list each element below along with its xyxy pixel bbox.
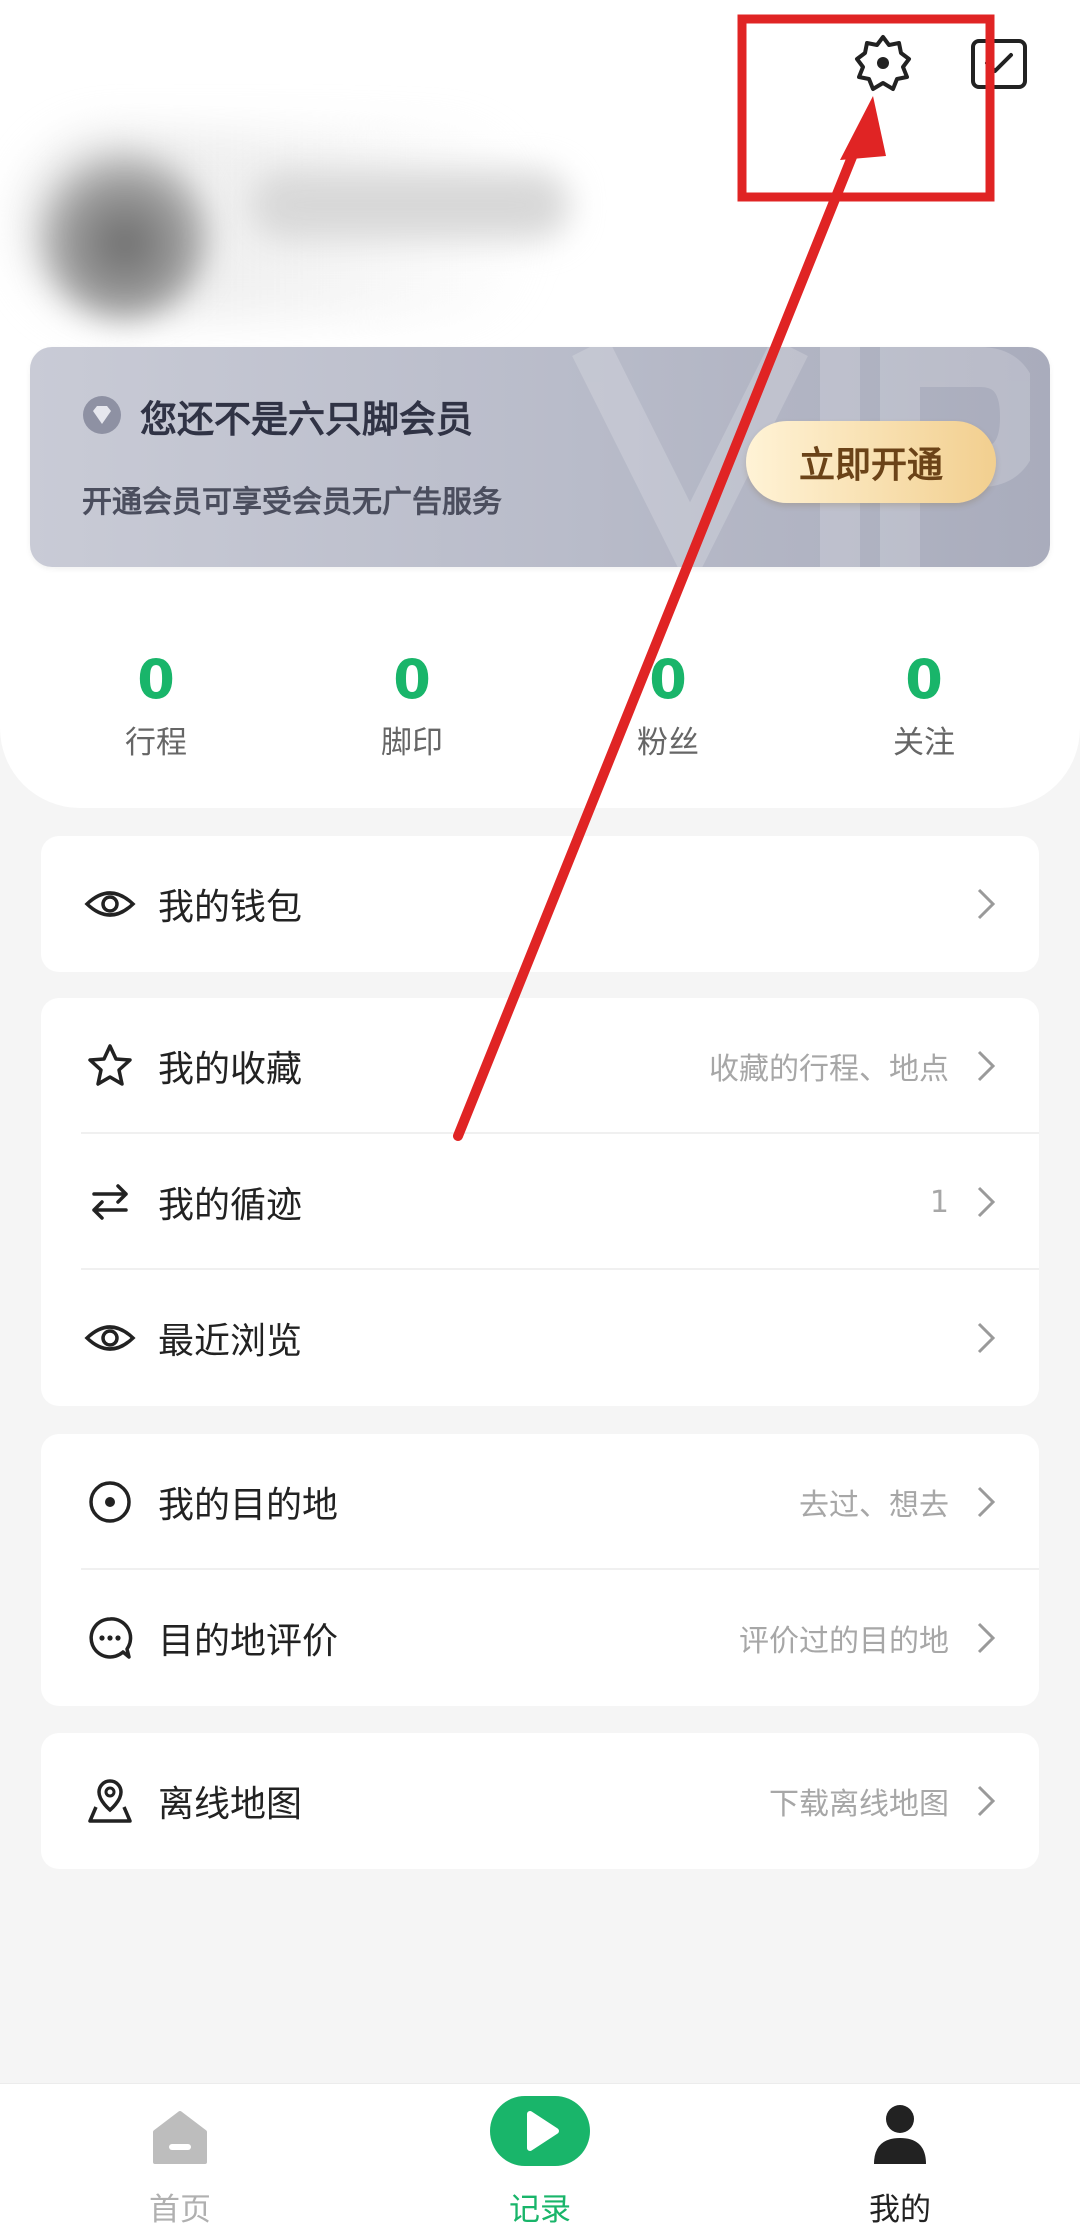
menu-hint: 去过、想去 (799, 1488, 949, 1523)
stat-trips-label: 行程 (125, 725, 187, 761)
profile-header: 您还不是六只脚会员 开通会员可享受会员无广告服务 立即开通 0 行程 0 脚印 … (0, 0, 1080, 808)
tab-label: 首页 (149, 2192, 211, 2228)
menu-label: 离线地图 (158, 1784, 303, 1825)
tab-label: 记录 (509, 2192, 571, 2228)
chevron-right-icon (977, 1050, 996, 1082)
chevron-right-icon (977, 888, 996, 920)
menu-item-recent[interactable]: 最近浏览 (41, 1270, 1039, 1406)
tab-home[interactable]: 首页 (80, 2084, 280, 2239)
chevron-right-icon (977, 1785, 996, 1817)
stat-footprints-value: 0 (393, 648, 431, 711)
menu-label: 目的地评价 (158, 1621, 339, 1662)
menu-item-favorites[interactable]: 我的收藏 收藏的行程、地点 (41, 998, 1039, 1134)
check-in-icon[interactable] (964, 28, 1034, 98)
collection-card: 我的收藏 收藏的行程、地点 我的循迹 1 最近浏览 (41, 998, 1039, 1406)
stats-row: 0 行程 0 脚印 0 粉丝 0 关注 (0, 645, 1080, 765)
tab-mine[interactable]: 我的 (800, 2084, 1000, 2239)
stat-followers[interactable]: 0 粉丝 (568, 645, 768, 762)
menu-item-offline-map[interactable]: 离线地图 下载离线地图 (41, 1733, 1039, 1869)
settings-gear-icon[interactable] (848, 28, 918, 98)
tab-label: 我的 (869, 2192, 931, 2228)
menu-hint: 收藏的行程、地点 (709, 1052, 949, 1087)
target-icon (83, 1475, 137, 1529)
vip-diamond-icon (83, 396, 121, 434)
home-icon (153, 2111, 207, 2164)
play-record-icon (490, 2096, 590, 2166)
menu-hint: 下载离线地图 (769, 1787, 949, 1822)
chevron-right-icon (977, 1186, 996, 1218)
menu-hint: 1 (929, 1184, 949, 1220)
map-pin-icon (83, 1774, 137, 1828)
menu-item-wallet[interactable]: 我的钱包 (41, 836, 1039, 972)
stat-followers-value: 0 (649, 648, 687, 711)
vip-banner[interactable]: 您还不是六只脚会员 开通会员可享受会员无广告服务 立即开通 (30, 347, 1050, 567)
bottom-tab-bar: 首页 记录 我的 (0, 2083, 1080, 2239)
chevron-right-icon (977, 1322, 996, 1354)
menu-label: 我的目的地 (158, 1485, 339, 1526)
stat-trips[interactable]: 0 行程 (56, 645, 256, 762)
menu-item-destinations[interactable]: 我的目的地 去过、想去 (41, 1434, 1039, 1570)
eye-icon (83, 877, 137, 931)
vip-subtitle: 开通会员可享受会员无广告服务 (82, 485, 502, 520)
menu-label: 我的钱包 (158, 887, 303, 928)
stat-following-value: 0 (905, 648, 943, 711)
tab-record[interactable]: 记录 (440, 2084, 640, 2239)
menu-label: 我的循迹 (158, 1185, 303, 1226)
stat-footprints-label: 脚印 (381, 725, 443, 761)
top-icons (848, 28, 1034, 98)
offline-map-card: 离线地图 下载离线地图 (41, 1733, 1039, 1869)
comment-bubble-icon (83, 1611, 137, 1665)
stat-followers-label: 粉丝 (637, 725, 699, 761)
eye-icon (83, 1311, 137, 1365)
avatar[interactable] (40, 150, 210, 320)
stat-trips-value: 0 (137, 648, 175, 711)
chevron-right-icon (977, 1486, 996, 1518)
menu-hint: 评价过的目的地 (739, 1624, 949, 1659)
route-arrows-icon (83, 1175, 137, 1229)
destination-card: 我的目的地 去过、想去 目的地评价 评价过的目的地 (41, 1434, 1039, 1706)
stat-following-label: 关注 (893, 725, 955, 761)
star-icon (83, 1039, 137, 1093)
menu-item-reviews[interactable]: 目的地评价 评价过的目的地 (41, 1570, 1039, 1706)
menu-label: 最近浏览 (158, 1321, 303, 1362)
vip-title: 您还不是六只脚会员 (140, 398, 473, 441)
menu-item-tracks[interactable]: 我的循迹 1 (41, 1134, 1039, 1270)
user-icon (874, 2105, 926, 2164)
menu-label: 我的收藏 (158, 1049, 303, 1090)
chevron-right-icon (977, 1622, 996, 1654)
activate-vip-button[interactable]: 立即开通 (746, 421, 996, 503)
username-blurred[interactable] (250, 170, 570, 240)
stat-footprints[interactable]: 0 脚印 (312, 645, 512, 762)
stat-following[interactable]: 0 关注 (824, 645, 1024, 762)
wallet-card: 我的钱包 (41, 836, 1039, 972)
